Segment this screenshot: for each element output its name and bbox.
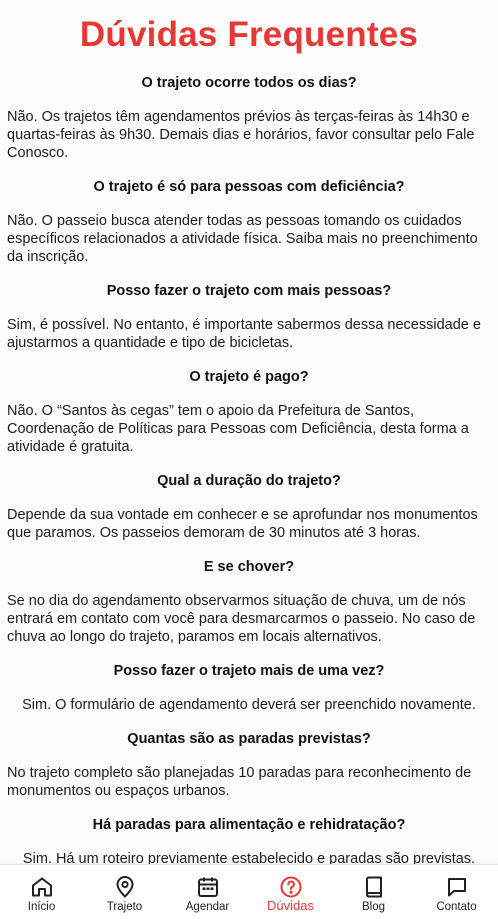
faq-item: Quantas são as paradas previstas? No tra…: [7, 730, 491, 800]
nav-label: Blog: [361, 901, 386, 913]
faq-answer: Sim. O formulário de agendamento deverá …: [22, 697, 476, 713]
faq-list: O trajeto ocorre todos os dias? Não. Os …: [0, 74, 498, 865]
faq-question: O trajeto é pago?: [189, 369, 309, 385]
faq-item: Qual a duração do trajeto? Depende da su…: [7, 472, 491, 542]
faq-item: E se chover? Se no dia do agendamento ob…: [7, 558, 491, 646]
nav-item-trajeto[interactable]: Trajeto: [83, 865, 166, 914]
app-screen: Dúvidas Frequentes O trajeto ocorre todo…: [0, 0, 498, 919]
nav-label: Trajeto: [106, 901, 143, 913]
faq-answer: Depende da sua vontade em conhecer e se …: [7, 507, 478, 541]
faq-answer: Sim. Há um roteiro previamente estabelec…: [22, 851, 476, 865]
faq-item: Posso fazer o trajeto mais de uma vez? S…: [7, 662, 491, 714]
faq-question: E se chover?: [203, 559, 295, 575]
faq-answer: Sim, é possível. No entanto, é important…: [7, 317, 481, 351]
nav-item-agendar[interactable]: Agendar: [166, 865, 249, 914]
faq-answer: No trajeto completo são planejadas 10 pa…: [7, 765, 472, 799]
nav-label: Agendar: [185, 901, 230, 913]
nav-item-blog[interactable]: Blog: [332, 865, 415, 914]
faq-question: Quantas são as paradas previstas?: [127, 731, 371, 747]
nav-item-contato[interactable]: Contato: [415, 865, 498, 914]
faq-item: Há paradas para alimentação e rehidrataç…: [7, 816, 491, 865]
chat-icon: [447, 878, 466, 897]
nav-item-duvidas[interactable]: Dúvidas: [249, 865, 332, 912]
faq-answer: Não. Os trajetos têm agendamentos prévio…: [7, 109, 475, 161]
faq-question: Posso fazer o trajeto mais de uma vez?: [113, 663, 385, 679]
book-icon: [365, 876, 382, 898]
faq-question: Há paradas para alimentação e rehidrataç…: [92, 817, 406, 833]
faq-question: Qual a duração do trajeto?: [157, 473, 341, 489]
nav-label: Dúvidas: [267, 898, 314, 913]
faq-answer: Não. O passeio busca atender todas as pe…: [7, 213, 478, 265]
nav-label: Contato: [436, 901, 477, 913]
map-pin-icon: [115, 876, 134, 898]
nav-label: Início: [27, 901, 56, 913]
faq-item: O trajeto é pago? Não. O “Santos às cega…: [7, 368, 491, 456]
calendar-icon: [197, 877, 218, 897]
faq-answer: Não. O “Santos às cegas” tem o apoio da …: [7, 403, 469, 455]
nav-item-inicio[interactable]: Início: [0, 865, 83, 914]
home-icon: [31, 877, 52, 897]
faq-question: O trajeto é só para pessoas com deficiên…: [93, 179, 405, 195]
faq-question: O trajeto ocorre todos os dias?: [141, 75, 357, 91]
faq-content[interactable]: Dúvidas Frequentes O trajeto ocorre todo…: [0, 0, 498, 865]
page-title: Dúvidas Frequentes: [79, 15, 419, 54]
faq-answer: Se no dia do agendamento observarmos sit…: [7, 593, 476, 645]
faq-item: O trajeto é só para pessoas com deficiên…: [7, 178, 491, 266]
help-circle-icon: [280, 876, 301, 898]
faq-item: Posso fazer o trajeto com mais pessoas? …: [7, 282, 491, 352]
faq-question: Posso fazer o trajeto com mais pessoas?: [106, 283, 392, 299]
faq-item: O trajeto ocorre todos os dias? Não. Os …: [7, 74, 491, 162]
bottom-navigation: Início Trajeto Agendar Dúvidas Blog Cont…: [0, 864, 498, 919]
